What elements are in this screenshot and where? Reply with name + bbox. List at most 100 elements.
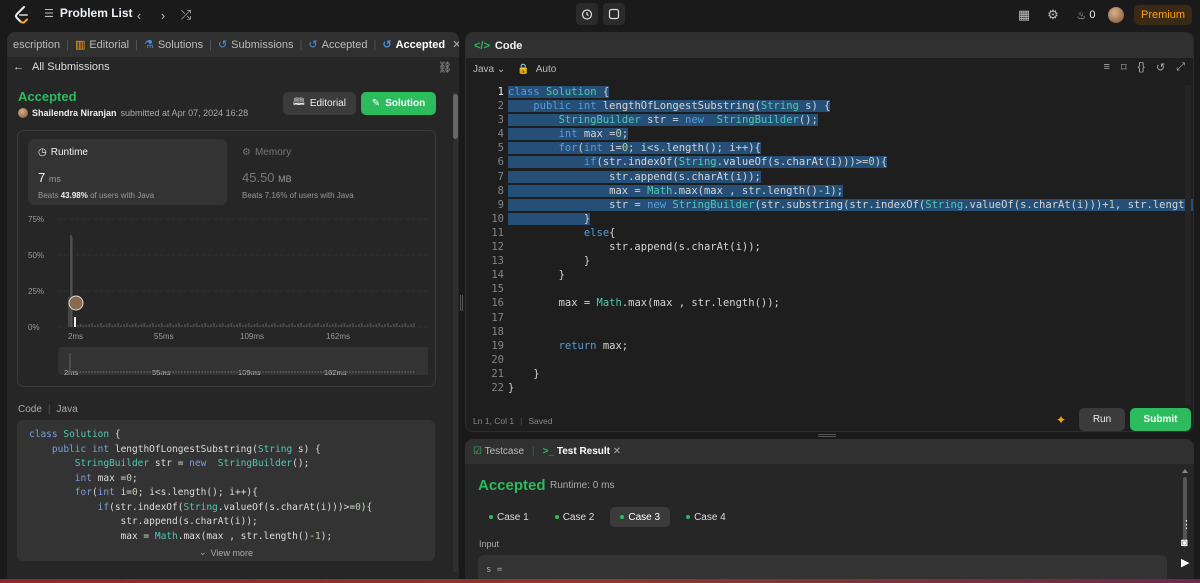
horizontal-resize-handle[interactable] [818, 434, 836, 437]
user-avatar[interactable] [1108, 7, 1124, 23]
submit-button[interactable]: Submit [1130, 408, 1191, 431]
distribution-bar [413, 323, 415, 327]
range-mini-bar [146, 371, 148, 373]
tab-testcase[interactable]: ☑ Testcase [473, 446, 524, 457]
distribution-bar [134, 323, 137, 327]
range-mini-bar [291, 371, 293, 373]
layout-icon[interactable]: ▦ [1015, 6, 1033, 24]
distribution-bar [233, 325, 236, 327]
line-number: 21 [491, 367, 504, 380]
mode-label[interactable]: Auto [536, 64, 557, 75]
distribution-bar [213, 323, 215, 327]
range-mini-bar [340, 371, 343, 373]
y-tick-label: 75% [28, 215, 44, 224]
distribution-bar [175, 324, 178, 327]
distribution-bar [230, 323, 233, 327]
case-tab[interactable]: Case 2 [545, 507, 605, 527]
tab-description[interactable]: escription [7, 39, 66, 51]
distribution-bar [181, 325, 183, 327]
case-tab[interactable]: Case 1 [479, 507, 539, 527]
range-mini-bar [149, 371, 151, 373]
range-mini-bar [123, 371, 125, 373]
editor-line: } [508, 381, 515, 394]
editor-status: Ln 1, Col 1 | Saved [473, 416, 553, 426]
y-tick-label: 25% [28, 287, 44, 296]
tab-solutions[interactable]: ⚗ Solutions [138, 38, 209, 52]
tab-accepted[interactable]: ↺ Accepted [302, 38, 373, 52]
distribution-bar [387, 323, 389, 327]
scrollbar-thumb[interactable] [453, 94, 458, 139]
submission-status: Accepted [18, 89, 77, 104]
leetcode-logo-icon[interactable] [14, 6, 30, 24]
streak-counter[interactable]: ♨ 0 [1072, 6, 1100, 24]
code-brackets-icon: </> [474, 39, 490, 52]
editorial-button[interactable]: 🕮 Editorial [283, 92, 356, 115]
author-avatar[interactable] [18, 108, 28, 118]
distribution-bar [137, 325, 140, 327]
shuffle-icon[interactable]: ⤮ [177, 6, 195, 24]
problem-list-nav[interactable]: ☰ Problem List [44, 6, 133, 20]
range-mini-bar [97, 371, 99, 373]
submission-panel: escription | ▥ Editorial | ⚗ Solutions | ↺… [7, 32, 459, 583]
vertical-resize-handle[interactable] [460, 295, 463, 311]
runtime-card[interactable]: ◷ Runtime 7 ms Beats 43.98% of users with… [28, 139, 227, 205]
range-mini-bar [178, 371, 180, 373]
view-more-button[interactable]: ⌄ View more [17, 544, 435, 561]
bookmark-icon[interactable]: ⌑ [1121, 61, 1127, 74]
timer-icon[interactable] [576, 3, 598, 25]
editor-line: int max =0; [508, 127, 1193, 141]
memory-card[interactable]: ⚙ Memory 45.50 MB Beats 7.16% of users wi… [232, 139, 431, 205]
braces-icon[interactable]: {} [1138, 61, 1145, 74]
debug-icon[interactable]: ✦ [1056, 413, 1066, 427]
range-mini-bar [70, 371, 73, 373]
code-editor-text[interactable]: class Solution { public int lengthOfLong… [508, 85, 1193, 395]
camera-icon[interactable]: ◙ [1181, 537, 1188, 549]
range-mini-bar [389, 371, 392, 373]
distribution-bar [308, 323, 311, 327]
distribution-bar [369, 323, 372, 327]
code-language: Java [56, 404, 78, 415]
distribution-bar [85, 325, 88, 327]
scrollbar-track[interactable] [453, 92, 458, 572]
line-number: 6 [497, 156, 504, 169]
editorial-label: Editorial [309, 98, 346, 109]
fullscreen-icon[interactable]: ⤢ [1176, 61, 1185, 74]
notes-icon[interactable] [603, 3, 625, 25]
solution-button[interactable]: ✎ Solution [361, 92, 436, 115]
tab-accepted-active[interactable]: ↺ Accepted ✕ [376, 38, 459, 52]
editor-line: str.append(s.charAt(i)); [508, 170, 761, 183]
language-select[interactable]: Java ⌄ [473, 64, 505, 75]
premium-button[interactable]: Premium [1134, 5, 1192, 25]
code-line: max = Math.max(max , str.length()-1); [29, 530, 333, 542]
case-tab[interactable]: Case 4 [676, 507, 736, 527]
editor-scrollbar[interactable] [1185, 85, 1191, 405]
range-mini-bar [285, 371, 287, 373]
range-mini-bar [111, 371, 113, 373]
range-mini-bar [215, 371, 218, 373]
tab-test-result[interactable]: >_ Test Result ✕ [543, 446, 622, 457]
author-name[interactable]: Shailendra Niranjan [32, 108, 117, 118]
chevron-left-icon[interactable]: ‹ [130, 6, 148, 24]
close-icon[interactable]: ✕ [452, 38, 459, 51]
distribution-bar [311, 325, 314, 327]
distribution-bar [184, 324, 186, 327]
editor-title: Code [494, 39, 523, 52]
close-icon[interactable]: ✕ [613, 446, 621, 457]
distribution-bar [94, 325, 96, 327]
tab-editorial[interactable]: ▥ Editorial [69, 38, 135, 52]
case-tab[interactable]: Case 3 [610, 507, 671, 527]
runtime-distribution-chart[interactable]: 75%50%25%0%2ms55ms109ms162ms2ms55ms109ms… [28, 215, 428, 385]
gear-icon[interactable]: ⚙ [1044, 6, 1062, 24]
video-icon[interactable]: ▶ [1181, 556, 1189, 569]
tab-submissions[interactable]: ↺ Submissions [212, 38, 300, 52]
back-to-submissions[interactable]: ← All Submissions [13, 61, 110, 73]
distribution-bar [247, 323, 250, 327]
share-icon[interactable]: ⋮ [1181, 518, 1192, 531]
range-mini-bar [157, 371, 160, 373]
link-icon[interactable]: ⛓ [438, 61, 452, 74]
reset-icon[interactable]: ↺ [1156, 61, 1165, 74]
chevron-right-icon[interactable]: › [154, 6, 172, 24]
format-icon[interactable]: ≡ [1104, 61, 1110, 74]
line-number: 12 [491, 241, 504, 254]
run-button[interactable]: Run [1079, 408, 1125, 431]
